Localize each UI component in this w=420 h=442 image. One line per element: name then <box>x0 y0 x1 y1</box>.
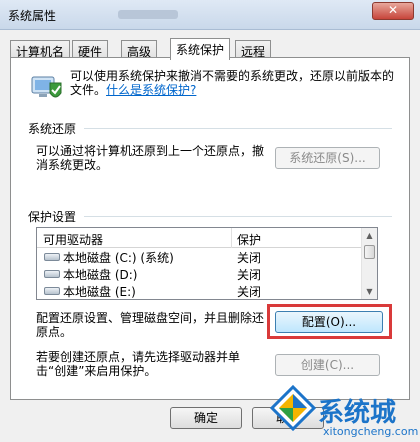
drive-row[interactable]: 本地磁盘 (C:) (系统) 关闭 <box>37 248 363 265</box>
drive-protection: 关闭 <box>237 285 262 299</box>
ok-button[interactable]: 确定 <box>170 407 242 429</box>
window-title: 系统属性 <box>8 9 57 23</box>
column-separator <box>231 228 232 248</box>
drive-name: 本地磁盘 (E:) <box>63 285 136 299</box>
drive-name: 本地磁盘 (C:) (系统) <box>63 251 174 265</box>
what-is-system-protection-link[interactable]: 什么是系统保护? <box>106 83 196 97</box>
tab-system-protection[interactable]: 系统保护 <box>170 38 231 60</box>
system-protection-icon <box>31 76 62 98</box>
list-header: 可用驱动器 保护 <box>37 228 363 248</box>
column-available-drives[interactable]: 可用驱动器 <box>43 231 103 248</box>
system-restore-button[interactable]: 系统还原(S)... <box>275 147 380 169</box>
drive-row[interactable]: 本地磁盘 (E:) 关闭 <box>37 282 363 299</box>
drive-icon <box>44 270 60 278</box>
drive-icon <box>44 287 60 295</box>
restore-section-heading: 系统还原 <box>28 122 77 136</box>
configure-description: 配置还原设置、管理磁盘空间，并且删除还原点。 <box>36 311 265 339</box>
configure-button[interactable]: 配置(O)... <box>275 311 383 333</box>
drive-name: 本地磁盘 (D:) <box>63 268 138 282</box>
watermark-url: xitongcheng.com <box>323 425 419 438</box>
drive-protection: 关闭 <box>237 251 262 265</box>
scroll-up-arrow-icon[interactable]: ▲ <box>362 228 377 243</box>
column-protection[interactable]: 保护 <box>237 231 261 248</box>
list-scrollbar[interactable]: ▲ ▼ <box>361 228 377 299</box>
protection-divider <box>84 216 392 217</box>
scroll-down-arrow-icon[interactable]: ▼ <box>362 284 377 299</box>
watermark-brand: 系统城 <box>318 398 397 428</box>
close-button[interactable]: ✕ <box>372 2 414 20</box>
drive-icon <box>44 253 60 261</box>
title-bar: 系统属性 ✕ <box>0 0 420 30</box>
protection-section-heading: 保护设置 <box>28 210 77 224</box>
restore-description: 可以通过将计算机还原到上一个还原点，撤消系统更改。 <box>36 144 265 172</box>
drives-list[interactable]: 可用驱动器 保护 本地磁盘 (C:) (系统) 关闭 本地磁盘 (D:) 关闭 … <box>36 227 378 300</box>
drive-protection: 关闭 <box>237 268 262 282</box>
create-button[interactable]: 创建(C)... <box>275 354 380 376</box>
scroll-thumb[interactable] <box>364 245 375 259</box>
restore-divider <box>84 128 392 129</box>
create-description: 若要创建还原点，请先选择驱动器并单击“创建”来启用保护。 <box>36 350 241 378</box>
intro-text: 可以使用系统保护来撤消不需要的系统更改，还原以前版本的文件。什么是系统保护? <box>70 69 400 97</box>
xitongcheng-logo-icon <box>270 385 316 431</box>
blurred-title-region <box>118 10 178 19</box>
drive-row[interactable]: 本地磁盘 (D:) 关闭 <box>37 265 363 282</box>
